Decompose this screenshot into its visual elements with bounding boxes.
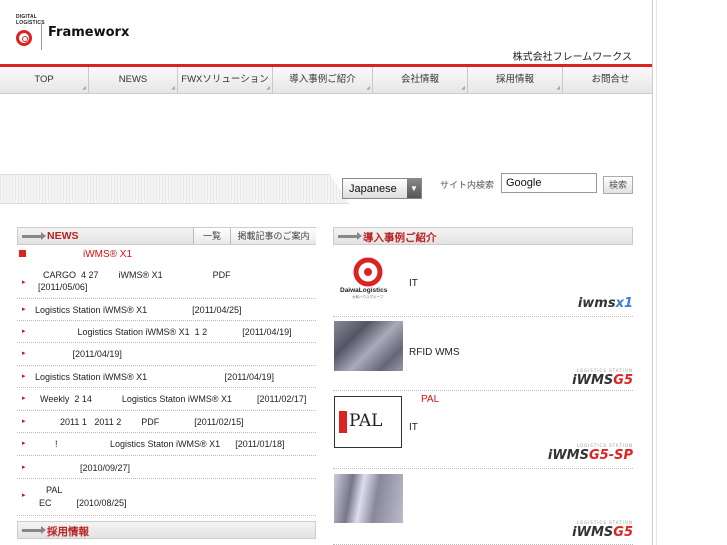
logo-divider [41,24,42,50]
bullet-icon: ▸ [22,328,26,335]
bullet-icon: ▸ [22,350,26,357]
news-headline[interactable]: iWMS® X1 [17,246,316,266]
news-item-text: [2011/04/19] [35,349,122,359]
daiwa-logo-text: DaiwaLogistics [340,287,388,294]
pal-mark-icon [339,411,347,433]
global-nav: TOP NEWS FWXソリューション 導入事例ご紹介 会社情報 採用情報 お問… [0,64,659,101]
product-name: iwms [577,296,616,311]
bullet-icon: ▸ [22,418,26,425]
list-item[interactable]: ▸ CARGO 4 27 iWMS® X1 PDF [2011/05/06] [17,266,316,299]
news-item-text: [2010/09/27] [35,463,131,473]
nav-case-studies[interactable]: 導入事例ご紹介 [273,67,373,101]
bullet-icon: ▸ [22,464,26,471]
case-company: PAL [421,394,440,405]
logo-mark-icon [16,30,32,46]
arrow-right-icon [22,232,46,240]
list-item[interactable]: ▸ 2011 1 2011 2 PDF [2011/02/15] [17,411,316,433]
recruit-title: 採用情報 [47,526,89,538]
product-suffix: G5 [613,373,633,388]
case-photo-shelves [334,474,403,523]
product-logo-iwms-g5: LOGISTICS STATION iWMSG5 [572,368,633,388]
daiwa-logo: DaiwaLogistics 大和ハウスグループ [334,254,403,305]
bullet-icon: ▸ [22,440,26,447]
list-item[interactable]: ▸ Logistics Station iWMS® X1 [2011/04/19… [17,366,316,388]
cases-title: 導入事例ご紹介 [363,232,437,244]
product-logo-iwms-g5-sp: LOGISTICS STATION iWMSG5-SP [548,443,633,463]
case-photo-warehouse [334,321,403,371]
brand-name: Frameworx [48,25,130,40]
site-search-label: サイト内検索 [440,180,495,190]
news-item-text: Logistics Station iWMS® X1 [2011/04/25] [35,305,242,315]
product-suffix: G5 [613,525,633,540]
news-list: iWMS® X1 ▸ CARGO 4 27 iWMS® X1 PDF [2011… [17,246,316,516]
bullet-icon: ▸ [22,492,26,499]
square-bullet-icon [19,250,26,257]
search-button[interactable]: 検索 [603,176,633,194]
site-logo[interactable]: DIGITAL LOGISTICS Frameworx [14,14,134,54]
nav-recruit[interactable]: 採用情報 [468,67,563,101]
product-logo-iwms-x1: iwmsx1 [578,296,633,311]
product-name: iWMS [572,373,614,388]
dropdown-arrow-icon: ▼ [407,179,421,198]
nav-solutions[interactable]: FWXソリューション [178,67,273,101]
case-text: IT [409,422,418,433]
product-suffix: x1 [615,296,633,311]
arrow-right-icon [338,232,362,240]
news-item-text: Logistics Station iWMS® X1 1 2 [2011/04/… [35,327,292,337]
news-item-date: [2011/05/06] [38,282,88,292]
case-item-daiwa[interactable]: DaiwaLogistics 大和ハウスグループ IT iwmsx1 [333,248,633,317]
product-name: iWMS [547,448,589,463]
case-item-rfid[interactable]: RFID WMS LOGISTICS STATION iWMSG5 [333,316,633,391]
company-name: 株式会社フレームワークス [512,52,632,63]
list-item[interactable]: ▸ PAL EC [2010/08/25] [17,479,316,516]
nav-news[interactable]: NEWS [89,67,178,101]
search-input[interactable] [501,173,597,193]
bullet-icon: ▸ [22,373,26,380]
bullet-icon: ▸ [22,306,26,313]
language-select[interactable]: Japanese ▼ [342,178,422,199]
list-item[interactable]: ▸ Logistics Station iWMS® X1 1 2 [2011/0… [17,321,316,343]
nav-contact[interactable]: お問合せ [563,67,659,101]
product-logo-iwms-g5-2: LOGISTICS STATION iWMSG5 [572,520,633,540]
news-header: NEWS 一覧 掲載記事のご案内 [17,227,316,245]
page: DIGITAL LOGISTICS Frameworx 株式会社フレームワークス… [0,0,659,545]
arrow-right-icon [22,526,46,534]
list-item[interactable]: ▸ ! Logistics Staton iWMS® X1 [2011/01/1… [17,433,316,456]
news-press-link[interactable]: 掲載記事のご案内 [230,228,316,244]
cases-header[interactable]: 導入事例ご紹介 [333,227,633,245]
bullet-icon: ▸ [22,279,26,286]
list-item[interactable]: ▸ [2010/09/27] [17,456,316,479]
news-title: NEWS [47,230,79,242]
news-item-text: Logistics Station iWMS® X1 [2011/04/19] [35,372,275,382]
list-item[interactable]: ▸ Logistics Station iWMS® X1 [2011/04/25… [17,299,316,321]
news-list-link[interactable]: 一覧 [193,228,230,244]
list-item[interactable]: ▸ Weekly 2 14 Logistics Staton iWMS® X1 … [17,388,316,411]
news-headline-text: iWMS® X1 [83,249,133,260]
recruit-header[interactable]: 採用情報 [17,521,316,539]
news-item-text: Weekly 2 14 Logistics Staton iWMS® X1 [2… [35,394,307,404]
right-gutter [652,0,727,545]
case-text: IT [409,278,418,289]
news-item-text: 2011 1 2011 2 PDF [2011/02/15] [35,417,244,427]
language-value: Japanese [349,183,397,195]
case-item-pal[interactable]: PAL PAL IT LOGISTICS STATION iWMSG5-SP [333,390,633,469]
list-item[interactable]: ▸ [2011/04/19] [17,343,316,366]
product-suffix: G5-SP [588,448,633,463]
news-item-text: CARGO 4 27 iWMS® X1 PDF [43,270,231,280]
nav-company[interactable]: 会社情報 [373,67,468,101]
news-item-date: EC [2010/08/25] [39,498,127,508]
news-item-text: PAL [41,485,63,495]
pal-logo: PAL [334,396,402,448]
news-item-text: ! Logistics Staton iWMS® X1 [2011/01/18] [35,439,285,449]
case-text: RFID WMS [409,347,460,358]
daiwa-logo-sub: 大和ハウスグループ [352,295,384,299]
nav-top[interactable]: TOP [0,67,89,101]
product-name: iWMS [572,525,614,540]
case-item-4[interactable]: LOGISTICS STATION iWMSG5 [333,468,633,545]
pal-logo-text: PAL [349,411,383,431]
bullet-icon: ▸ [22,395,26,402]
